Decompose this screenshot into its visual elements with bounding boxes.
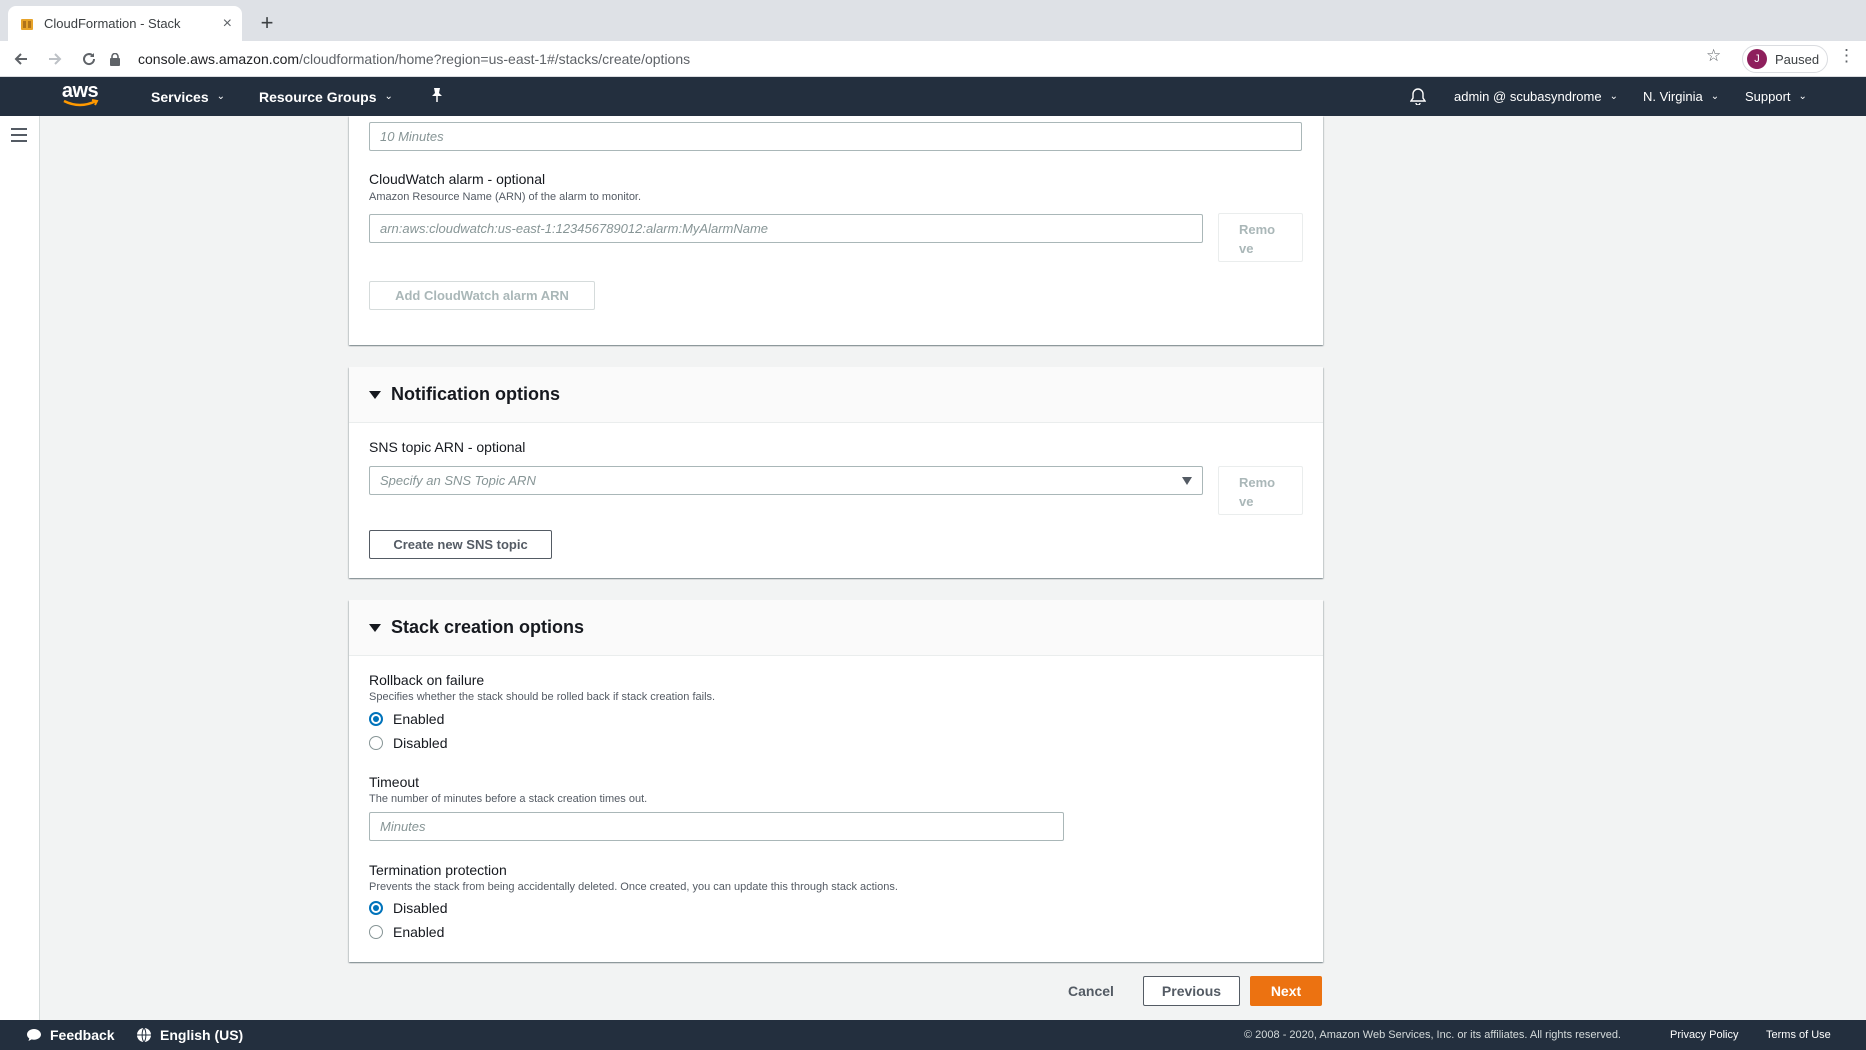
remove-alarm-button[interactable]: Remo ve <box>1218 213 1303 262</box>
cloudformation-favicon-icon <box>20 17 34 31</box>
speech-bubble-icon <box>26 1028 42 1042</box>
stack-creation-options-container: Stack creation options Rollback on failu… <box>349 600 1323 962</box>
account-menu[interactable]: admin @ scubasyndrome ⌄ <box>1454 77 1618 116</box>
rollback-disabled-radio[interactable]: Disabled <box>369 735 447 751</box>
rollback-description: Specifies whether the stack should be ro… <box>369 691 716 703</box>
previous-button[interactable]: Previous <box>1143 976 1240 1006</box>
services-menu[interactable]: Services ⌄ <box>151 77 225 116</box>
create-sns-topic-button[interactable]: Create new SNS topic <box>369 530 552 559</box>
chevron-down-icon: ⌄ <box>216 91 225 102</box>
notifications-bell-icon[interactable] <box>1409 87 1427 108</box>
new-tab-icon[interactable]: + <box>254 10 280 36</box>
radio-checked-icon <box>369 901 383 915</box>
browser-toolbar: console.aws.amazon.com/cloudformation/ho… <box>0 41 1866 77</box>
copyright-text: © 2008 - 2020, Amazon Web Services, Inc.… <box>1244 1029 1621 1041</box>
pin-icon[interactable] <box>430 87 444 106</box>
profile-status: Paused <box>1775 51 1820 67</box>
aws-console-nav: aws Services ⌄ Resource Groups ⌄ admin @ s… <box>0 77 1866 116</box>
termination-enabled-radio[interactable]: Enabled <box>369 924 444 940</box>
monitoring-time-input[interactable] <box>369 122 1302 151</box>
termination-disabled-radio[interactable]: Disabled <box>369 900 447 916</box>
notification-options-header[interactable]: Notification options <box>349 367 1323 423</box>
sns-topic-label: SNS topic ARN - optional <box>369 439 526 455</box>
sidebar <box>0 116 40 1020</box>
timeout-input[interactable] <box>369 812 1064 841</box>
radio-checked-icon <box>369 712 383 726</box>
browser-tab[interactable]: CloudFormation - Stack × <box>8 6 242 41</box>
termination-protection-label: Termination protection <box>369 862 507 878</box>
chevron-down-icon: ⌄ <box>384 91 393 102</box>
cloudwatch-alarm-description: Amazon Resource Name (ARN) of the alarm … <box>369 191 642 203</box>
aws-logo[interactable]: aws <box>56 81 104 111</box>
region-menu[interactable]: N. Virginia ⌄ <box>1643 77 1719 116</box>
profile-button[interactable]: J Paused <box>1742 45 1828 73</box>
browser-tab-strip: CloudFormation - Stack × + <box>0 0 1866 41</box>
console-footer: Feedback English (US) © 2008 - 2020, Ama… <box>0 1020 1866 1050</box>
add-cloudwatch-alarm-button[interactable]: Add CloudWatch alarm ARN <box>369 281 595 310</box>
rollback-label: Rollback on failure <box>369 672 485 688</box>
cloudwatch-alarm-input[interactable] <box>369 214 1203 243</box>
url-host: console.aws.amazon.com <box>138 51 300 67</box>
termination-protection-description: Prevents the stack from being accidental… <box>369 881 898 893</box>
back-arrow-icon[interactable] <box>8 46 34 72</box>
support-menu[interactable]: Support ⌄ <box>1745 77 1807 116</box>
tab-title: CloudFormation - Stack <box>44 16 181 31</box>
notification-options-container: Notification options SNS topic ARN - opt… <box>349 367 1323 578</box>
timeout-description: The number of minutes before a stack cre… <box>369 793 648 805</box>
next-button[interactable]: Next <box>1250 976 1322 1006</box>
feedback-link[interactable]: Feedback <box>26 1020 115 1050</box>
avatar: J <box>1747 49 1767 69</box>
caret-down-icon <box>369 623 381 632</box>
language-selector[interactable]: English (US) <box>136 1020 243 1050</box>
address-bar[interactable]: console.aws.amazon.com/cloudformation/ho… <box>110 45 1738 73</box>
remove-sns-button[interactable]: Remo ve <box>1218 466 1303 515</box>
chevron-down-icon: ⌄ <box>1609 91 1618 102</box>
close-tab-icon[interactable]: × <box>223 15 232 33</box>
chevron-down-icon: ⌄ <box>1798 91 1807 102</box>
cancel-button[interactable]: Cancel <box>1068 983 1114 999</box>
chevron-down-icon: ⌄ <box>1710 91 1720 102</box>
sns-topic-select[interactable]: Specify an SNS Topic ARN <box>369 466 1203 495</box>
hamburger-menu-icon[interactable] <box>11 128 27 146</box>
radio-unchecked-icon <box>369 736 383 750</box>
resource-groups-menu[interactable]: Resource Groups ⌄ <box>259 77 393 116</box>
terms-of-use-link[interactable]: Terms of Use <box>1766 1020 1831 1050</box>
stack-creation-options-header[interactable]: Stack creation options <box>349 600 1323 656</box>
timeout-label: Timeout <box>369 774 420 790</box>
privacy-policy-link[interactable]: Privacy Policy <box>1670 1020 1738 1050</box>
radio-unchecked-icon <box>369 925 383 939</box>
cloudwatch-alarm-label: CloudWatch alarm - optional <box>369 171 546 187</box>
globe-icon <box>136 1027 152 1043</box>
browser-menu-icon[interactable]: ⋮ <box>1838 46 1855 66</box>
forward-arrow-icon[interactable] <box>42 46 68 72</box>
caret-down-icon <box>369 390 381 399</box>
monitoring-container: CloudWatch alarm - optional Amazon Resou… <box>349 116 1323 345</box>
dropdown-arrow-icon <box>1182 477 1192 485</box>
reload-icon[interactable] <box>76 46 102 72</box>
lock-icon <box>110 52 128 66</box>
rollback-enabled-radio[interactable]: Enabled <box>369 711 444 727</box>
bookmark-star-icon[interactable]: ☆ <box>1706 46 1721 66</box>
url-path: /cloudformation/home?region=us-east-1#/s… <box>299 51 691 67</box>
